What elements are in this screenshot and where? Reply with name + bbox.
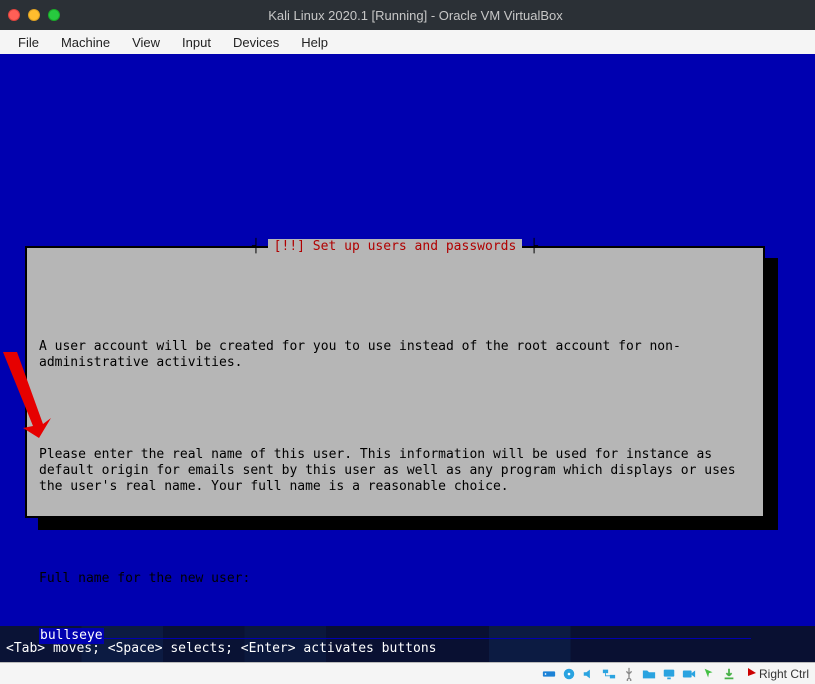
installer-dialog: ┤ [!!] Set up users and passwords ├ A us… <box>25 246 765 518</box>
menubar: File Machine View Input Devices Help <box>0 30 815 54</box>
input-underline <box>104 625 751 639</box>
dialog-prompt: Full name for the new user: <box>39 571 751 587</box>
window-title: Kali Linux 2020.1 [Running] - Oracle VM … <box>72 8 759 23</box>
shared-folder-icon[interactable] <box>641 666 657 682</box>
menu-input[interactable]: Input <box>172 33 221 52</box>
hostkey-indicator[interactable]: Right Ctrl <box>747 667 809 681</box>
titlebar: Kali Linux 2020.1 [Running] - Oracle VM … <box>0 0 815 30</box>
network-icon[interactable] <box>601 666 617 682</box>
dialog-paragraph-1: A user account will be created for you t… <box>39 339 751 371</box>
mouse-integration-icon[interactable] <box>701 666 717 682</box>
vm-screen[interactable]: ┤ [!!] Set up users and passwords ├ A us… <box>0 54 815 662</box>
dialog-title: [!!] Set up users and passwords <box>268 239 523 254</box>
menu-view[interactable]: View <box>122 33 170 52</box>
hostkey-arrow-icon <box>747 667 757 680</box>
minimize-icon[interactable] <box>28 9 40 21</box>
close-icon[interactable] <box>8 9 20 21</box>
recording-icon[interactable] <box>681 666 697 682</box>
menu-machine[interactable]: Machine <box>51 33 120 52</box>
keyboard-hint: <Tab> moves; <Space> selects; <Enter> ac… <box>6 641 436 656</box>
menu-file[interactable]: File <box>8 33 49 52</box>
audio-icon[interactable] <box>581 666 597 682</box>
hdd-icon[interactable] <box>541 666 557 682</box>
cd-icon[interactable] <box>561 666 577 682</box>
menu-help[interactable]: Help <box>291 33 338 52</box>
menu-devices[interactable]: Devices <box>223 33 289 52</box>
hostkey-label: Right Ctrl <box>759 667 809 681</box>
dialog-paragraph-2: Please enter the real name of this user.… <box>39 447 751 495</box>
maximize-icon[interactable] <box>48 9 60 21</box>
display-icon[interactable] <box>661 666 677 682</box>
keyboard-capture-icon[interactable] <box>721 666 737 682</box>
vb-statusbar: Right Ctrl <box>0 662 815 684</box>
usb-icon[interactable] <box>621 666 637 682</box>
